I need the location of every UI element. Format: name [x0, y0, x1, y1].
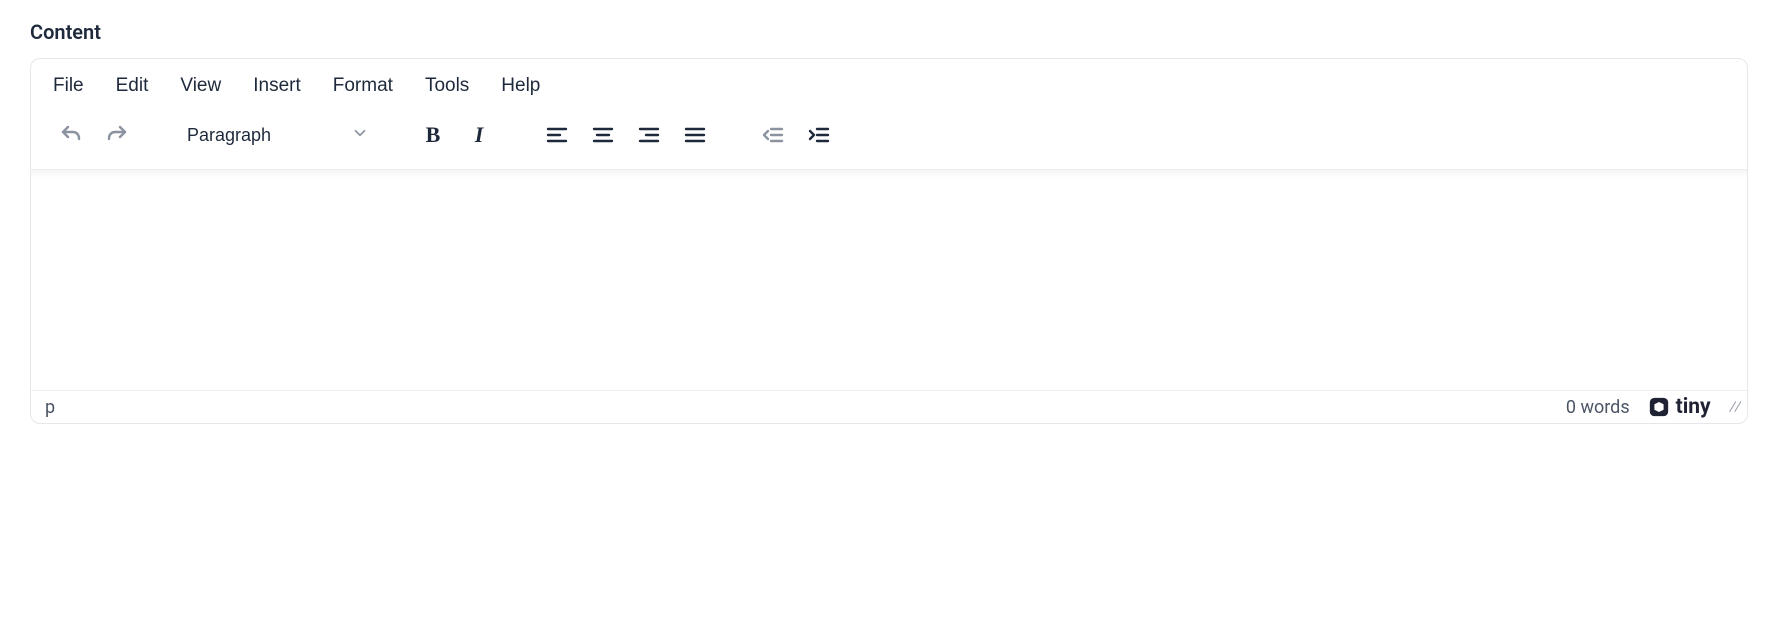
- field-label: Content: [30, 20, 1748, 44]
- italic-button[interactable]: I: [459, 115, 499, 155]
- align-left-button[interactable]: [537, 115, 577, 155]
- menu-help[interactable]: Help: [497, 69, 544, 103]
- menubar: File Edit View Insert Format Tools Help: [31, 59, 1747, 105]
- menu-edit[interactable]: Edit: [112, 69, 153, 103]
- align-justify-icon: [683, 123, 707, 147]
- outdent-button[interactable]: [753, 115, 793, 155]
- history-group: [43, 115, 145, 155]
- block-format-select[interactable]: Paragraph: [173, 116, 383, 155]
- menu-file[interactable]: File: [49, 69, 88, 103]
- menu-tools[interactable]: Tools: [421, 69, 473, 103]
- menu-insert[interactable]: Insert: [249, 69, 305, 103]
- indent-group: [745, 115, 847, 155]
- word-count[interactable]: 0 words: [1566, 397, 1630, 418]
- editor-container: File Edit View Insert Format Tools Help …: [30, 58, 1748, 424]
- align-center-icon: [591, 123, 615, 147]
- redo-icon: [105, 123, 129, 147]
- indent-button[interactable]: [799, 115, 839, 155]
- branding-label: tiny: [1676, 395, 1711, 419]
- undo-button[interactable]: [51, 115, 91, 155]
- block-format-label: Paragraph: [187, 125, 271, 146]
- italic-icon: I: [475, 122, 484, 148]
- align-left-icon: [545, 123, 569, 147]
- tiny-logo-icon: [1648, 396, 1670, 418]
- bold-icon: B: [426, 122, 441, 148]
- menu-view[interactable]: View: [176, 69, 225, 103]
- resize-icon: ⁄⁄: [1729, 397, 1739, 418]
- undo-icon: [59, 123, 83, 147]
- redo-button[interactable]: [97, 115, 137, 155]
- indent-icon: [807, 123, 831, 147]
- align-group: [529, 115, 723, 155]
- align-center-button[interactable]: [583, 115, 623, 155]
- align-right-icon: [637, 123, 661, 147]
- branding-link[interactable]: tiny: [1648, 395, 1711, 419]
- editor-content-area[interactable]: [31, 170, 1747, 390]
- status-right: 0 words tiny ⁄⁄: [1566, 395, 1741, 419]
- align-justify-button[interactable]: [675, 115, 715, 155]
- outdent-icon: [761, 123, 785, 147]
- align-right-button[interactable]: [629, 115, 669, 155]
- resize-handle[interactable]: ⁄⁄: [1729, 397, 1741, 418]
- bold-button[interactable]: B: [413, 115, 453, 155]
- toolbar: Paragraph B I: [31, 105, 1747, 170]
- text-style-group: B I: [405, 115, 507, 155]
- chevron-down-icon: [351, 124, 369, 147]
- menu-format[interactable]: Format: [329, 69, 397, 103]
- element-path[interactable]: p: [45, 397, 55, 418]
- statusbar: p 0 words tiny ⁄⁄: [31, 390, 1747, 423]
